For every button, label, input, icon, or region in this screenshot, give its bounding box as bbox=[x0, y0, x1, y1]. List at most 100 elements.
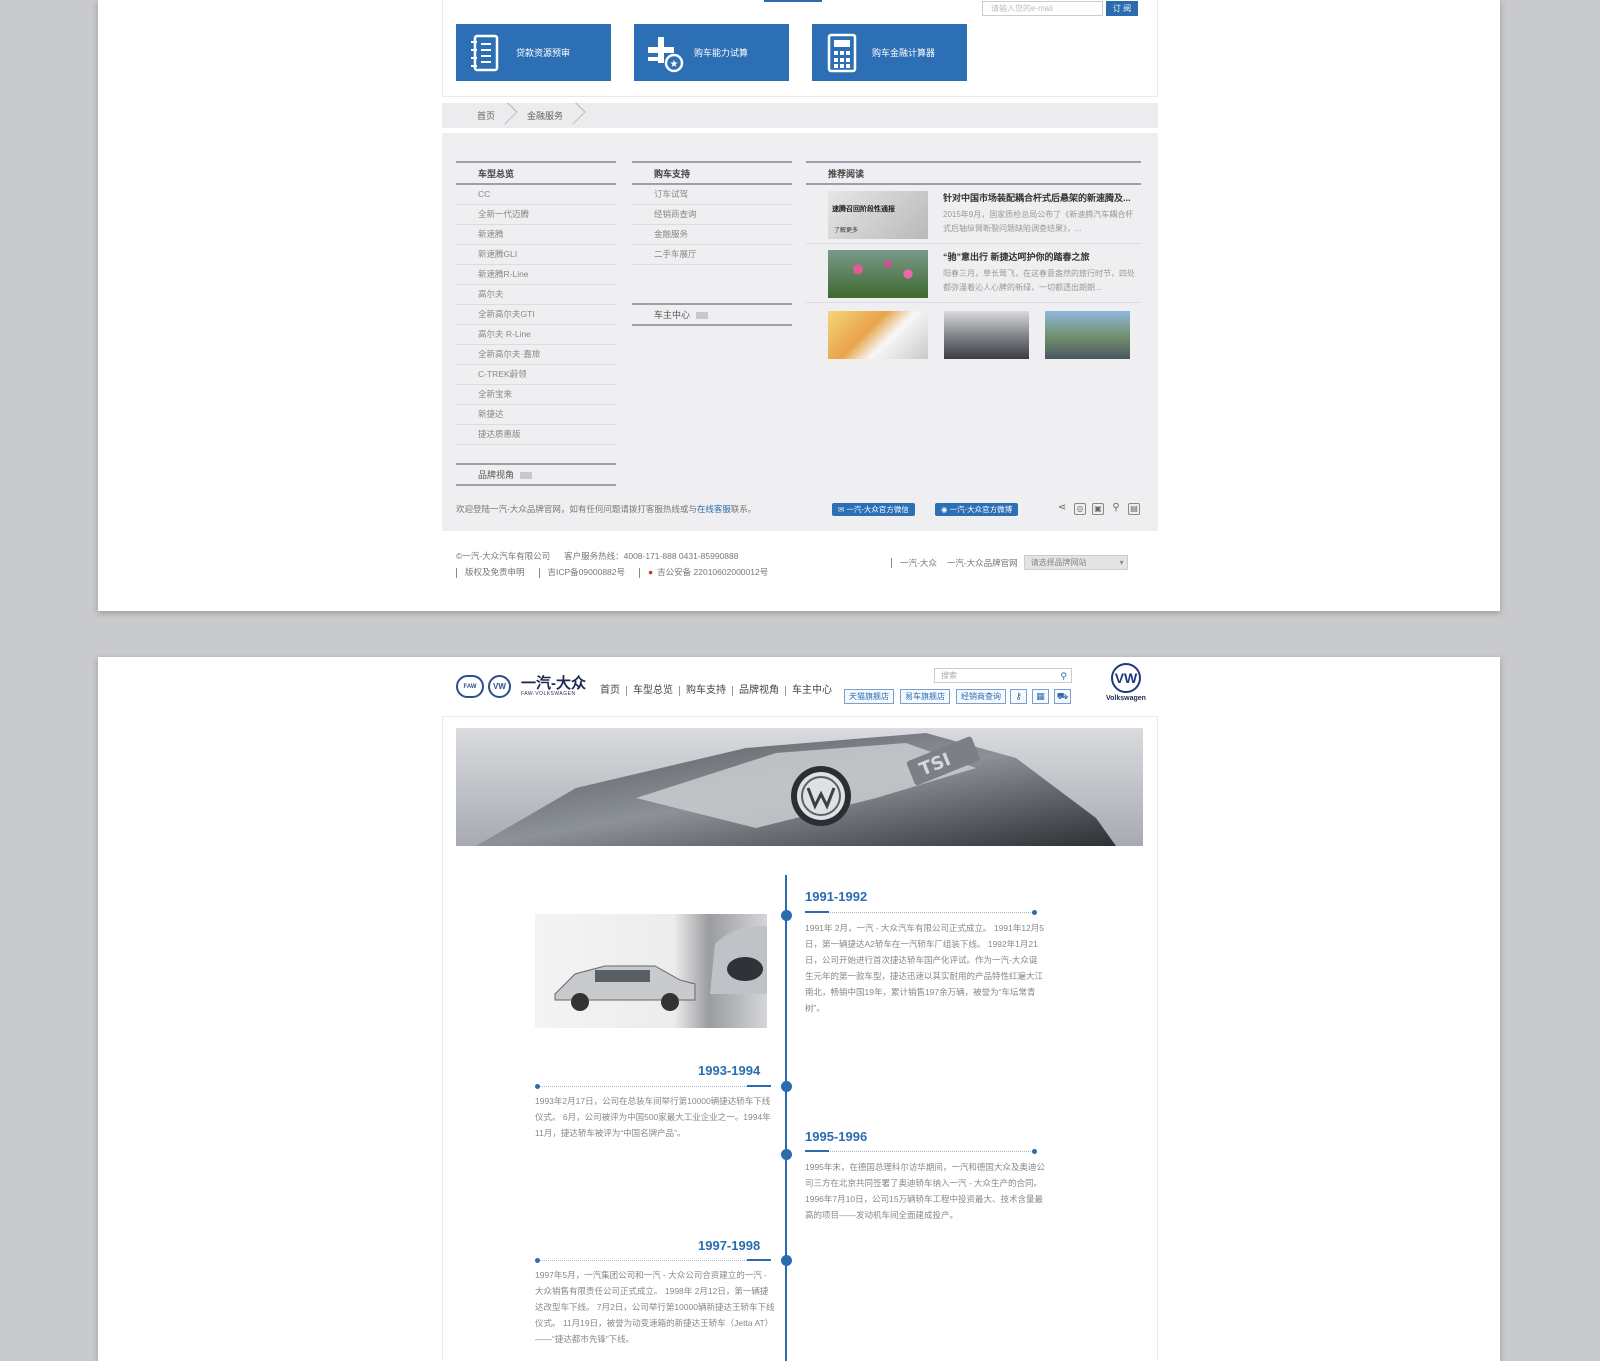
logo-title: 一汽-大众 bbox=[521, 675, 586, 692]
brand-view-link[interactable]: 品牌视角 bbox=[456, 463, 616, 486]
car-icon[interactable]: ⛟ bbox=[1054, 689, 1071, 704]
nav-item-brand[interactable]: 品牌视角 bbox=[732, 686, 785, 696]
timeline-axis bbox=[785, 875, 787, 1361]
vw-logo-icon: VW bbox=[488, 675, 511, 698]
list-item[interactable]: 新速腾 bbox=[456, 225, 616, 245]
timeline-text: 1993年2月17日，公司在总装车间举行第10000辆捷达轿车下线仪式。 6月，… bbox=[535, 1096, 771, 1138]
list-item[interactable]: 新速腾R-Line bbox=[456, 265, 616, 285]
official-weibo-button[interactable]: ◉ 一汽-大众官方微博 bbox=[935, 503, 1019, 516]
nav-item-support[interactable]: 购车支持 bbox=[679, 686, 732, 696]
thumbnail-subtitle: 了解更多 bbox=[834, 228, 859, 234]
search-icon[interactable]: ⚲ bbox=[1060, 670, 1067, 683]
list-item[interactable]: 速腾召回阶段性通报 了解更多 针对中国市场装配耦合杆式后悬架的新速腾及... 2… bbox=[806, 185, 1141, 244]
copyright: ©一汽-大众汽车有限公司 bbox=[456, 551, 551, 561]
chevron-right-icon bbox=[505, 103, 515, 128]
article-title[interactable]: 针对中国市场装配耦合杆式后悬架的新速腾及... bbox=[943, 191, 1141, 204]
yiche-store-button[interactable]: 易车旗舰店 bbox=[900, 689, 950, 704]
list-item[interactable]: 经销商查询 bbox=[632, 205, 792, 225]
list-item[interactable]: 二手车展厅 bbox=[632, 245, 792, 265]
jetta-car-image bbox=[535, 914, 767, 1028]
douban-icon[interactable]: ▣ bbox=[1092, 503, 1104, 515]
online-service-link[interactable]: 在线客服 bbox=[697, 504, 731, 514]
list-item[interactable]: 高尔夫 R-Line bbox=[456, 325, 616, 345]
timeline-text: 1995年末，在德国总理科尔访华期间，一汽和德国大众及奥迪公司三方在北京共同签署… bbox=[805, 1162, 1045, 1220]
brand-site-select[interactable]: 请选择品牌网站 bbox=[1023, 555, 1128, 570]
subscribe-button[interactable]: 订 阅 bbox=[1106, 1, 1138, 16]
list-item[interactable]: 金融服务 bbox=[632, 225, 792, 245]
hotline: 客户服务热线：4008-171-888 0431-85990888 bbox=[564, 551, 739, 561]
volkswagen-logo[interactable]: VW Volkswagen bbox=[1106, 663, 1146, 702]
footer-link[interactable]: 一汽-大众 bbox=[900, 557, 937, 569]
button-label: 一汽-大众官方微博 bbox=[949, 505, 1013, 514]
list-item[interactable]: 高尔夫 bbox=[456, 285, 616, 305]
gallery-image[interactable] bbox=[1045, 311, 1130, 359]
share-icon[interactable]: ⋖ bbox=[1056, 503, 1068, 515]
article-title[interactable]: “驰”意出行 新捷达呵护你的踏春之旅 bbox=[943, 250, 1141, 263]
breadcrumb-current[interactable]: 金融服务 bbox=[527, 109, 563, 122]
list-item[interactable]: 全新高尔夫GTI bbox=[456, 305, 616, 325]
tmall-store-button[interactable]: 天猫旗舰店 bbox=[844, 689, 894, 704]
calculator-plus-icon: ★ bbox=[634, 24, 694, 81]
logo-mark: VW bbox=[493, 682, 506, 691]
models-column: 车型总览 CC 全新一代迈腾 新速腾 新速腾GLI 新速腾R-Line 高尔夫 … bbox=[456, 161, 616, 486]
list-item[interactable]: 新捷达 bbox=[456, 405, 616, 425]
list-item[interactable]: CC bbox=[456, 185, 616, 205]
timeline-dot bbox=[781, 910, 792, 921]
list-item[interactable]: “驰”意出行 新捷达呵护你的踏春之旅 阳春三月，草长莺飞，在这春意盎然的旅行时节… bbox=[806, 244, 1141, 303]
breadcrumb-home[interactable]: 首页 bbox=[477, 109, 495, 122]
police-record-link[interactable]: 吉公安备 22010602000012号 bbox=[657, 567, 768, 577]
article-summary: 阳春三月，草长莺飞，在这春意盎然的旅行时节，四处都弥漫着沁人心脾的新绿，一切都透… bbox=[943, 269, 1135, 292]
finance-calculator-tile[interactable]: 购车金融计算器 bbox=[812, 24, 967, 81]
nav-active-indicator bbox=[764, 0, 822, 2]
thumbnail-title: 速腾召回阶段性通报 bbox=[832, 206, 895, 213]
search-input[interactable]: 搜索 ⚲ bbox=[934, 668, 1072, 683]
timeline-divider bbox=[535, 1084, 771, 1089]
police-badge-icon: ● bbox=[648, 567, 654, 577]
nav-item-models[interactable]: 车型总览 bbox=[626, 686, 679, 696]
timeline-year: 1993-1994 bbox=[698, 1063, 761, 1078]
email-subscribe-input[interactable]: 请输入您的e-mail bbox=[982, 1, 1103, 16]
list-item[interactable]: 捷达质惠版 bbox=[456, 425, 616, 445]
welcome-notice: 欢迎登陆一汽-大众品牌官网，如有任何问题请拨打客服热线或与在线客服联系。 bbox=[456, 503, 756, 515]
image-gallery bbox=[806, 303, 1141, 359]
key-icon[interactable]: ⚷ bbox=[1010, 689, 1027, 704]
notice-text: 欢迎登陆一汽-大众品牌官网，如有任何问题请拨打客服热线或与 bbox=[456, 504, 697, 514]
gallery-image[interactable] bbox=[828, 311, 928, 359]
flowers-thumbnail bbox=[828, 250, 928, 298]
timeline-divider bbox=[805, 1149, 1037, 1154]
icp-link[interactable]: 吉ICP备09000882号 bbox=[548, 567, 626, 577]
tile-label: 购车金融计算器 bbox=[872, 48, 936, 58]
calculator-icon[interactable]: ▦ bbox=[1032, 689, 1049, 704]
timeline-year: 1995-1996 bbox=[805, 1129, 868, 1144]
badge-icon bbox=[696, 312, 709, 320]
nav-item-home[interactable]: 首页 bbox=[594, 686, 626, 696]
list-item[interactable]: C-TREK蔚领 bbox=[456, 365, 616, 385]
person-icon[interactable]: ⚲ bbox=[1110, 503, 1122, 515]
faw-vw-logo[interactable]: FAW VW 一汽-大众 FAW-VOLKSWAGEN bbox=[456, 675, 586, 698]
timeline-dot bbox=[781, 1149, 792, 1160]
gallery-image[interactable] bbox=[944, 311, 1029, 359]
article-summary: 2015年9月，国家质检总局公布了《新速腾汽车耦合杆式后轴纵臂断裂问题缺陷调查结… bbox=[943, 210, 1134, 233]
qzone-icon[interactable]: ◎ bbox=[1074, 503, 1086, 515]
calculator-icon bbox=[812, 24, 872, 81]
dealer-query-button[interactable]: 经销商查询 bbox=[956, 689, 1006, 704]
tile-label: 贷款资源预审 bbox=[516, 48, 571, 58]
list-item[interactable]: 全新高尔夫·嘉旅 bbox=[456, 345, 616, 365]
bookmark-icon[interactable]: ▤ bbox=[1128, 503, 1140, 515]
footer-link[interactable]: 一汽-大众品牌官网 bbox=[947, 557, 1018, 569]
loan-precheck-tile[interactable]: 贷款资源预审 bbox=[456, 24, 611, 81]
column-title[interactable]: 车型总览 bbox=[456, 161, 616, 185]
disclaimer-link[interactable]: 版权及免责申明 bbox=[465, 567, 525, 577]
search-placeholder: 搜索 bbox=[941, 671, 957, 680]
finance-page-preview: 请输入您的e-mail 订 阅 贷款资源预审 ★ 购车能力试算 购车金融计算器 … bbox=[98, 0, 1500, 611]
list-item[interactable]: 全新一代迈腾 bbox=[456, 205, 616, 225]
purchase-capacity-tile[interactable]: ★ 购车能力试算 bbox=[634, 24, 789, 81]
owner-center-link[interactable]: 车主中心 bbox=[632, 303, 792, 326]
list-item[interactable]: 新速腾GLI bbox=[456, 245, 616, 265]
nav-item-owner[interactable]: 车主中心 bbox=[785, 686, 838, 696]
list-item[interactable]: 全新宝来 bbox=[456, 385, 616, 405]
logo-mark: FAW bbox=[463, 683, 477, 690]
official-wechat-button[interactable]: ✉ 一汽-大众官方微信 bbox=[832, 503, 915, 516]
list-item[interactable]: 订车试驾 bbox=[632, 185, 792, 205]
column-title[interactable]: 购车支持 bbox=[632, 161, 792, 185]
